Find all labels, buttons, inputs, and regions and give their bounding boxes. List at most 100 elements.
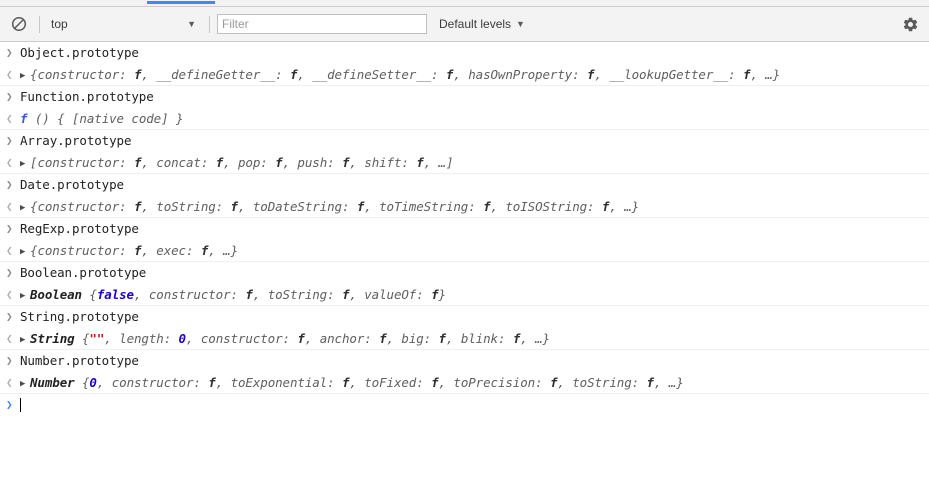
no-entry-icon	[11, 16, 27, 32]
result-token-punc: ,	[304, 330, 320, 346]
console-message-group: ❯ Object.prototype ❮ ▶ {constructor: f, __de…	[0, 42, 929, 86]
text-caret	[20, 398, 21, 412]
result-token-punc: ,	[215, 374, 231, 390]
output-marker-icon: ❮	[6, 199, 13, 213]
result-token-key: toISOString:	[505, 198, 602, 214]
result-close-brace: }	[438, 286, 447, 302]
console-result-text: ▶ {constructor: f, toString: f, toDateStr…	[20, 196, 929, 218]
disclosure-triangle-icon[interactable]: ▶	[20, 66, 30, 86]
result-token-punc: ,	[297, 66, 313, 82]
result-token-key: hasOwnProperty:	[468, 66, 588, 82]
console-message-list[interactable]: ❯ Object.prototype ❮ ▶ {constructor: f, __de…	[0, 42, 929, 504]
result-token-fn: f	[438, 330, 447, 346]
clear-console-button[interactable]	[6, 11, 32, 37]
result-token-punc: ,	[96, 374, 112, 390]
console-result-row[interactable]: ❮ ▶ String {"", length: 0, constructor: f,…	[0, 328, 929, 350]
console-command-text: Array.prototype	[20, 133, 132, 148]
result-close-brace: }	[230, 242, 239, 258]
console-message-group: ❯ Number.prototype ❮ ▶ Number {0, constructo…	[0, 350, 929, 394]
disclosure-triangle-icon[interactable]: ▶	[20, 330, 30, 350]
result-token-key: toString:	[156, 198, 231, 214]
filter-input[interactable]	[217, 14, 427, 34]
console-result-row[interactable]: ❮ ▶ Number {0, constructor: f, toExponenti…	[0, 372, 929, 394]
result-token-key: constructor:	[37, 242, 134, 258]
disclosure-triangle-icon[interactable]: ▶	[20, 242, 30, 262]
input-marker-icon: ❯	[6, 266, 13, 279]
result-token-key: constructor:	[37, 154, 134, 170]
result-close-brace: }	[631, 198, 640, 214]
console-message-group: ❯ Function.prototype ❮ f () { [native code]…	[0, 86, 929, 130]
result-token-key: toDateString:	[252, 198, 357, 214]
console-result-row[interactable]: ❮ ▶ {constructor: f, __defineGetter__: f, …	[0, 64, 929, 86]
log-levels-selector[interactable]: Default levels ▼	[439, 17, 525, 31]
console-settings-button[interactable]	[897, 11, 923, 37]
console-prompt-input[interactable]	[20, 394, 929, 416]
disclosure-triangle-icon[interactable]: ▶	[20, 286, 30, 306]
console-result-row[interactable]: ❮ f () { [native code] }	[0, 108, 929, 130]
input-marker-icon: ❯	[6, 90, 13, 103]
result-token-punc: ,	[364, 198, 380, 214]
result-token-punc: , …	[520, 330, 543, 346]
console-command-text: Boolean.prototype	[20, 265, 147, 280]
result-constructor-name: Number	[30, 374, 82, 390]
execution-context-selector[interactable]: top ▼	[47, 12, 202, 36]
console-command-text: Function.prototype	[20, 89, 154, 104]
result-token-punc: ,	[349, 374, 365, 390]
gear-icon	[902, 16, 919, 33]
output-marker-icon: ❮	[6, 67, 13, 81]
result-token-punc: ,	[237, 198, 253, 214]
result-token-key: constructor:	[37, 198, 134, 214]
console-message-group: ❯ Boolean.prototype ❮ ▶ Boolean {false, cons…	[0, 262, 929, 306]
console-command-text: String.prototype	[20, 309, 139, 324]
console-command-row[interactable]: ❯ String.prototype	[0, 306, 929, 328]
result-token-punc: ,	[282, 154, 298, 170]
result-token-punc: ,	[141, 198, 157, 214]
disclosure-triangle-icon[interactable]: ▶	[20, 374, 30, 394]
input-marker-icon: ❯	[6, 354, 13, 367]
result-token-fn: f	[379, 330, 387, 346]
console-result-text: ▶ String {"", length: 0, constructor: f, …	[20, 328, 929, 350]
console-command-row[interactable]: ❯ Object.prototype	[0, 42, 929, 64]
disclosure-triangle-icon[interactable]: ▶	[20, 154, 30, 174]
result-token-key: constructor:	[37, 66, 134, 82]
result-token-key: toTimeString:	[379, 198, 484, 214]
result-token-key: length:	[119, 330, 179, 346]
console-result-row[interactable]: ❮ ▶ [constructor: f, concat: f, pop: f, pu…	[0, 152, 929, 174]
console-result-text: ▶ {constructor: f, exec: f, …}	[20, 240, 929, 262]
result-token-punc: ,	[453, 66, 469, 82]
console-result-text: f () { [native code] }	[20, 108, 929, 130]
result-token-punc: ,	[185, 330, 201, 346]
result-token-fn: f	[245, 286, 253, 302]
console-command-row[interactable]: ❯ Function.prototype	[0, 86, 929, 108]
result-token-key: constructor:	[200, 330, 298, 346]
result-token-punc: ,	[141, 154, 157, 170]
result-token-fn: f	[646, 374, 655, 390]
console-command-row[interactable]: ❯ Date.prototype	[0, 174, 929, 196]
result-token-punc: ,	[349, 154, 365, 170]
console-result-row[interactable]: ❮ ▶ Boolean {false, constructor: f, toStri…	[0, 284, 929, 306]
result-token-key: toPrecision:	[453, 374, 550, 390]
result-token-fn: f	[215, 154, 224, 170]
console-result-row[interactable]: ❮ ▶ {constructor: f, toString: f, toDateSt…	[0, 196, 929, 218]
result-token-key: constructor:	[148, 286, 246, 302]
console-command-row[interactable]: ❯ Array.prototype	[0, 130, 929, 152]
result-token-fn: f	[230, 198, 239, 214]
console-prompt-row[interactable]: ❯	[0, 394, 929, 416]
result-constructor-name: Boolean	[30, 286, 90, 302]
result-token-punc: ,	[594, 66, 610, 82]
console-result-text: ▶ [constructor: f, concat: f, pop: f, pus…	[20, 152, 929, 174]
console-command-row[interactable]: ❯ Boolean.prototype	[0, 262, 929, 284]
result-close-brace: }	[542, 330, 551, 346]
result-token-fn: f	[275, 154, 283, 170]
devtools-tabstrip	[0, 0, 929, 7]
disclosure-triangle-icon[interactable]: ▶	[20, 198, 30, 218]
console-message-group: ❯ RegExp.prototype ❮ ▶ {constructor: f, exec…	[0, 218, 929, 262]
console-result-text: ▶ {constructor: f, __defineGetter__: f, _…	[20, 64, 929, 86]
console-command-row[interactable]: ❯ Number.prototype	[0, 350, 929, 372]
result-token-key: shift:	[364, 154, 417, 170]
result-token-punc: ,	[141, 66, 157, 82]
input-marker-icon: ❯	[6, 134, 13, 147]
console-result-row[interactable]: ❮ ▶ {constructor: f, exec: f, …}	[0, 240, 929, 262]
console-command-row[interactable]: ❯ RegExp.prototype	[0, 218, 929, 240]
console-message-group: ❯ Date.prototype ❮ ▶ {constructor: f, toStri…	[0, 174, 929, 218]
